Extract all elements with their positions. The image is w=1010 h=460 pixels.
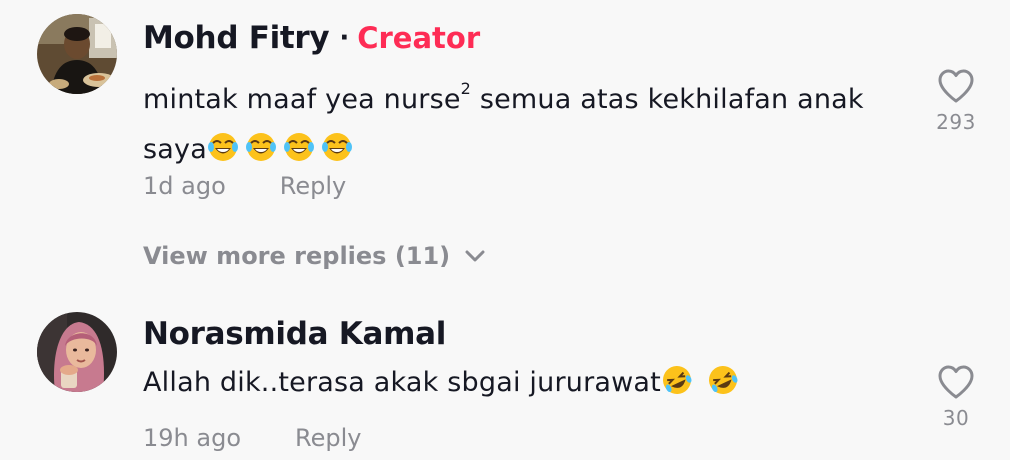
comment-text-part: mintak maaf yea nurse xyxy=(143,84,461,115)
comment-item: Mohd Fitry · Creator mintak maaf yea nur… xyxy=(0,0,1010,230)
username[interactable]: Mohd Fitry xyxy=(143,20,330,56)
username-row: Mohd Fitry · Creator xyxy=(143,20,480,56)
comment-text: mintak maaf yea nurse2 semua atas kekhil… xyxy=(143,64,903,175)
rofl-emoji-icon xyxy=(662,366,692,394)
reply-button[interactable]: Reply xyxy=(280,172,346,200)
like-count: 293 xyxy=(936,110,976,134)
tears-of-joy-emoji-icon xyxy=(207,133,238,161)
like-box: 30 xyxy=(926,364,986,430)
comments-section: Mohd Fitry · Creator mintak maaf yea nur… xyxy=(0,0,1010,460)
comment-meta: 1d ago Reply xyxy=(143,172,346,200)
tears-of-joy-emoji-icon xyxy=(321,133,352,161)
timestamp: 1d ago xyxy=(143,172,226,200)
separator-dot: · xyxy=(339,23,350,53)
username-row: Norasmida Kamal xyxy=(143,316,446,352)
like-count: 30 xyxy=(942,406,970,430)
avatar[interactable] xyxy=(37,312,117,392)
like-box: 293 xyxy=(926,68,986,134)
comment-meta: 19h ago Reply xyxy=(143,424,361,452)
comment-text-part: semua atas kekhilafan anak xyxy=(471,84,864,115)
superscript: 2 xyxy=(460,79,472,98)
avatar-photo xyxy=(37,312,117,392)
creator-badge: Creator xyxy=(357,21,481,55)
heart-icon[interactable] xyxy=(936,68,976,104)
comment-text: Allah dik..terasa akak sbgai jururawat xyxy=(143,358,903,408)
avatar[interactable] xyxy=(37,14,117,94)
heart-icon[interactable] xyxy=(936,364,976,400)
comment-text-part: saya xyxy=(143,134,207,165)
chevron-down-icon xyxy=(465,250,485,262)
tears-of-joy-emoji-icon xyxy=(283,133,314,161)
timestamp: 19h ago xyxy=(143,424,242,452)
tears-of-joy-emoji-icon xyxy=(245,133,276,161)
comment-text-part: Allah dik..terasa akak sbgai jururawat xyxy=(143,367,661,398)
view-more-replies-button[interactable]: View more replies (11) xyxy=(143,242,486,270)
view-more-replies-label: View more replies (11) xyxy=(143,242,451,270)
rofl-emoji-icon xyxy=(708,366,738,394)
comment-item: Norasmida Kamal Allah dik..terasa akak s… xyxy=(0,300,1010,460)
reply-button[interactable]: Reply xyxy=(295,424,361,452)
username[interactable]: Norasmida Kamal xyxy=(143,316,446,352)
avatar-photo xyxy=(37,14,117,94)
